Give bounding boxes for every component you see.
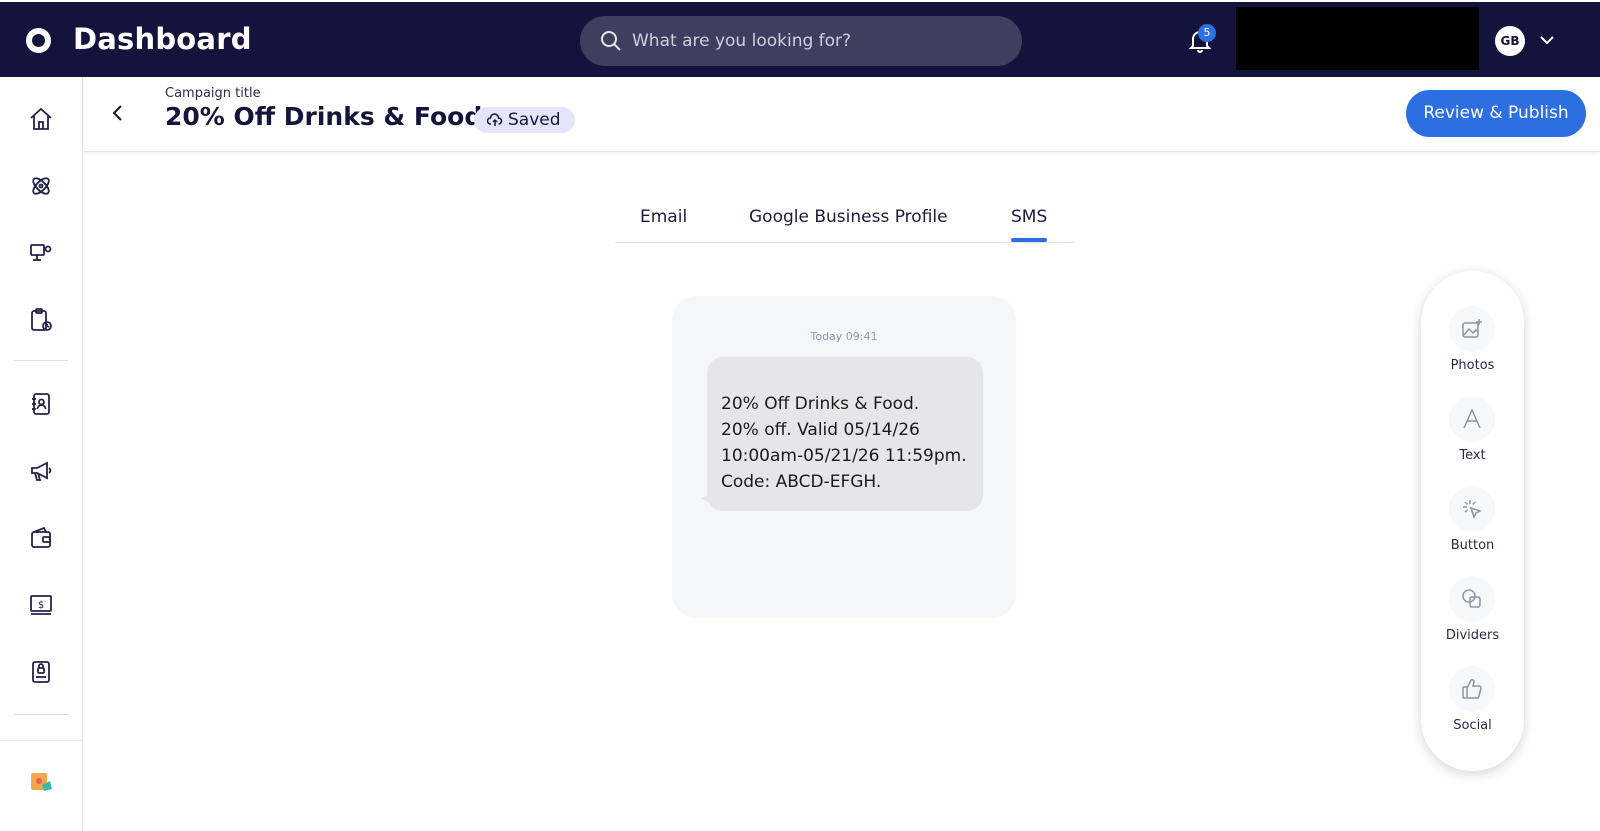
tool-photos[interactable]: Photos <box>1421 306 1524 376</box>
app-title: Dashboard <box>73 22 252 56</box>
search-icon <box>601 31 621 51</box>
saved-status-label: Saved <box>508 110 561 130</box>
dollar-screen-icon[interactable]: $ <box>28 592 54 618</box>
tool-social-circle <box>1449 666 1495 712</box>
tool-photos-label: Photos <box>1450 358 1495 373</box>
svg-text:$: $ <box>38 600 44 611</box>
tool-dividers-circle <box>1449 576 1495 622</box>
saved-status-badge: Saved <box>474 107 575 133</box>
avatar[interactable]: GB <box>1495 26 1525 56</box>
campaign-title-label: Campaign title <box>165 86 261 101</box>
message-timestamp: Today 09:41 <box>810 330 878 343</box>
tool-text-label: Text <box>1459 448 1486 463</box>
search-input[interactable] <box>632 16 1002 66</box>
tool-dividers-label: Dividers <box>1445 628 1500 643</box>
cloud-upload-icon <box>487 113 503 126</box>
sidebar: $ <box>0 77 83 831</box>
campaign-header: Campaign title 20% Off Drinks & Food Sav… <box>84 77 1600 152</box>
shapes-icon <box>1462 589 1481 608</box>
tool-button-label: Button <box>1450 538 1495 553</box>
logo-icon[interactable] <box>26 28 51 53</box>
review-publish-button[interactable]: Review & Publish <box>1406 90 1586 137</box>
notification-count-badge: 5 <box>1198 24 1216 42</box>
sidebar-divider <box>14 714 68 715</box>
sidebar-divider <box>14 360 68 361</box>
sidebar-divider <box>0 740 83 741</box>
wallet-icon[interactable] <box>28 525 54 551</box>
tool-button-circle <box>1449 486 1495 532</box>
channel-tabs: Email Google Business Profile SMS <box>615 195 1074 243</box>
tool-social-label: Social <box>1453 718 1492 733</box>
text-icon <box>1463 408 1481 429</box>
tool-button[interactable]: Button <box>1421 486 1524 556</box>
contacts-book-icon[interactable] <box>28 391 54 417</box>
active-tab-indicator <box>1011 238 1047 242</box>
tool-text-circle <box>1449 396 1495 442</box>
message-text: 20% Off Drinks & Food. 20% off. Valid 05… <box>721 394 967 492</box>
image-add-icon <box>1462 319 1482 338</box>
tool-text[interactable]: Text <box>1421 396 1524 466</box>
message-bubble[interactable]: 20% Off Drinks & Food. 20% off. Valid 05… <box>707 357 983 511</box>
content-tools-panel: Photos Text Button Dividers Social <box>1421 271 1524 771</box>
sms-preview: Today 09:41 20% Off Drinks & Food. 20% o… <box>672 296 1016 618</box>
atom-icon[interactable] <box>28 173 54 199</box>
redacted-region <box>1236 7 1479 70</box>
home-icon[interactable] <box>28 106 54 132</box>
back-arrow-icon[interactable] <box>108 103 128 123</box>
document-lock-icon[interactable] <box>28 659 54 685</box>
tab-sms[interactable]: SMS <box>1011 207 1047 227</box>
monitor-settings-icon[interactable] <box>28 240 54 266</box>
campaign-title[interactable]: 20% Off Drinks & Food <box>165 102 482 131</box>
tab-email[interactable]: Email <box>640 207 687 227</box>
tab-google-business-profile[interactable]: Google Business Profile <box>749 207 948 227</box>
tool-dividers[interactable]: Dividers <box>1421 576 1524 646</box>
top-bar: Dashboard 5 GB <box>0 0 1600 77</box>
tool-photos-circle <box>1449 306 1495 352</box>
cursor-click-icon <box>1463 500 1482 519</box>
thumbs-up-icon <box>1462 678 1482 699</box>
promo-badge-icon[interactable] <box>28 769 54 795</box>
search-bar[interactable] <box>580 16 1022 66</box>
clipboard-clock-icon[interactable] <box>28 307 54 333</box>
tool-social[interactable]: Social <box>1421 666 1524 736</box>
chevron-down-icon[interactable] <box>1539 34 1555 46</box>
megaphone-icon[interactable] <box>28 458 54 484</box>
